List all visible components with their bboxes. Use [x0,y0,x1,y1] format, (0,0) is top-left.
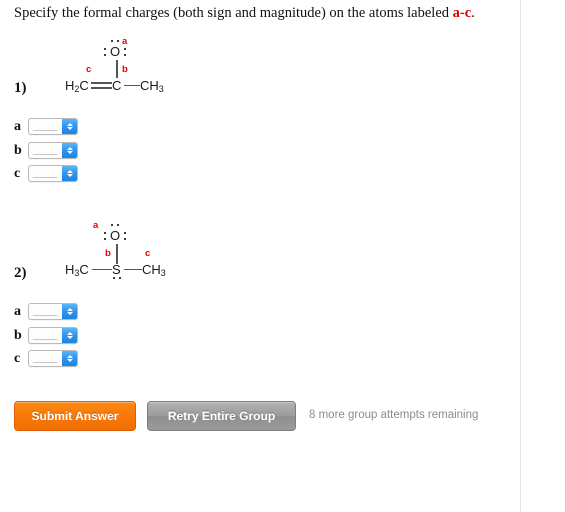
answer-row-1-c: c ______ [14,165,78,182]
answer-label-1-a: a [14,118,21,134]
question-prompt: Specify the formal charges (both sign an… [14,4,514,22]
select-2-b[interactable]: ______ [28,327,78,344]
question-2-number: 2) [14,265,27,281]
select-2-a[interactable]: ______ [28,303,78,320]
o1-lonepair-left-dot-1 [104,48,106,50]
spinner-icon[interactable] [62,119,77,134]
bond-ch3-s-2 [92,268,112,271]
o1-lonepair-right-dot-2 [124,54,126,56]
attempts-remaining-text: 8 more group attempts remaining [309,409,479,421]
o1-lonepair-right-dot-1 [124,48,126,50]
answer-label-2-b: b [14,327,22,343]
label-a-1: a [122,36,128,47]
spinner-icon[interactable] [62,351,77,366]
bond-s-o-2 [116,244,118,264]
bond-double-lower-1 [91,87,112,89]
o2-lonepair-right-dot-1 [124,232,126,234]
bond-double-upper-1 [91,82,112,84]
answer-label-1-b: b [14,142,22,158]
o2-lonepair-top-dot-2 [117,224,119,226]
atom-methyl-1: CH3 [140,78,164,94]
molecule-1-structure: O a b c H2C C CH3 [60,36,230,96]
answer-row-2-b: b ______ [14,327,78,344]
molecule-2-structure: O a b c H3C S CH3 [60,220,230,280]
atom-center-carbon-1: C [112,78,122,93]
s2-lonepair-bottom-dot-2 [119,277,121,279]
prompt-atom-range: a-c [452,5,472,21]
select-1-c[interactable]: ______ [28,165,78,182]
label-b-1: b [122,64,128,75]
bond-c-o-1 [116,60,118,78]
select-2-a-placeholder: ______ [33,307,57,316]
o2-lonepair-right-dot-2 [124,238,126,240]
retry-entire-group-button[interactable]: Retry Entire Group [147,401,296,431]
o2-lonepair-left-dot-2 [104,238,106,240]
select-2-c-placeholder: ______ [33,354,57,363]
spinner-icon[interactable] [62,143,77,158]
atom-oxygen-1: O [110,44,121,59]
assignment-page: Specify the formal charges (both sign an… [0,0,521,512]
answer-row-1-b: b ______ [14,142,78,159]
s2-lonepair-bottom-dot-1 [113,277,115,279]
label-c-2: c [145,248,151,259]
spinner-icon[interactable] [62,304,77,319]
atom-sulfur-2: S [112,262,121,277]
question-1-number: 1) [14,80,27,96]
select-2-c[interactable]: ______ [28,350,78,367]
answer-row-2-a: a ______ [14,303,78,320]
answer-label-1-c: c [14,165,21,181]
answer-label-2-c: c [14,350,21,366]
label-b-2: b [105,248,111,259]
atom-left-methyl-2: H3C [65,262,89,278]
submit-answer-button[interactable]: Submit Answer [14,401,136,431]
answer-row-2-c: c ______ [14,350,78,367]
bond-s-ch3-2 [124,268,142,271]
atom-right-methyl-2: CH3 [142,262,166,278]
select-1-b-placeholder: ______ [33,146,57,155]
o1-lonepair-left-dot-2 [104,54,106,56]
atom-oxygen-2: O [110,228,121,243]
answer-row-1-a: a ______ [14,118,78,135]
prompt-text-before: Specify the formal charges (both sign an… [14,5,453,21]
select-1-a-placeholder: ______ [33,122,57,131]
atom-left-carbon-1: H2C [65,78,89,94]
o1-lonepair-top-dot-2 [117,40,119,42]
answer-label-2-a: a [14,303,21,319]
select-2-b-placeholder: ______ [33,331,57,340]
label-c-1: c [86,64,92,75]
o2-lonepair-top-dot-1 [111,224,113,226]
select-1-a[interactable]: ______ [28,118,78,135]
prompt-text-after: . [471,5,475,21]
spinner-icon[interactable] [62,166,77,181]
select-1-c-placeholder: ______ [33,169,57,178]
o1-lonepair-top-dot-1 [111,40,113,42]
bond-c-ch3-1 [124,84,140,87]
label-a-2: a [93,220,99,231]
o2-lonepair-left-dot-1 [104,232,106,234]
spinner-icon[interactable] [62,328,77,343]
select-1-b[interactable]: ______ [28,142,78,159]
